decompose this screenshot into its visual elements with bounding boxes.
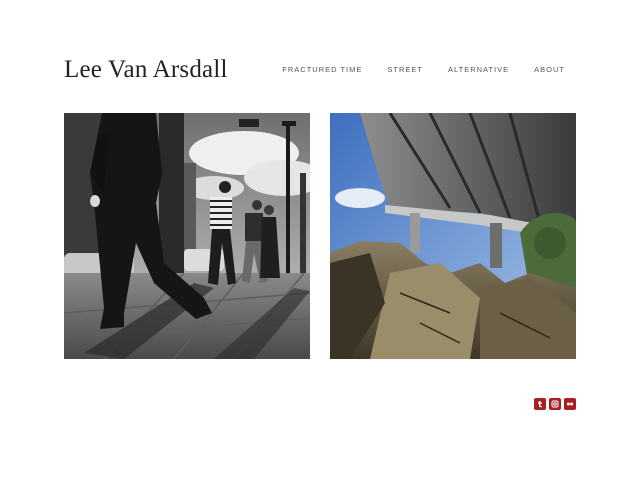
gallery-photo-street[interactable] bbox=[64, 113, 310, 359]
nav-alternative[interactable]: ALTERNATIVE bbox=[448, 65, 509, 74]
gallery-photo-alternative[interactable] bbox=[330, 113, 576, 359]
tumblr-icon[interactable] bbox=[534, 398, 546, 410]
bridge-photo-image bbox=[330, 113, 576, 359]
nav-about[interactable]: ABOUT bbox=[534, 65, 565, 74]
main-nav: FRACTURED TIME STREET ALTERNATIVE ABOUT bbox=[282, 65, 565, 74]
instagram-icon[interactable] bbox=[549, 398, 561, 410]
nav-street[interactable]: STREET bbox=[387, 65, 423, 74]
street-photo-image bbox=[64, 113, 310, 359]
flickr-icon[interactable] bbox=[564, 398, 576, 410]
nav-fractured-time[interactable]: FRACTURED TIME bbox=[282, 65, 362, 74]
site-title[interactable]: Lee Van Arsdall bbox=[64, 56, 228, 84]
social-links bbox=[534, 398, 576, 410]
